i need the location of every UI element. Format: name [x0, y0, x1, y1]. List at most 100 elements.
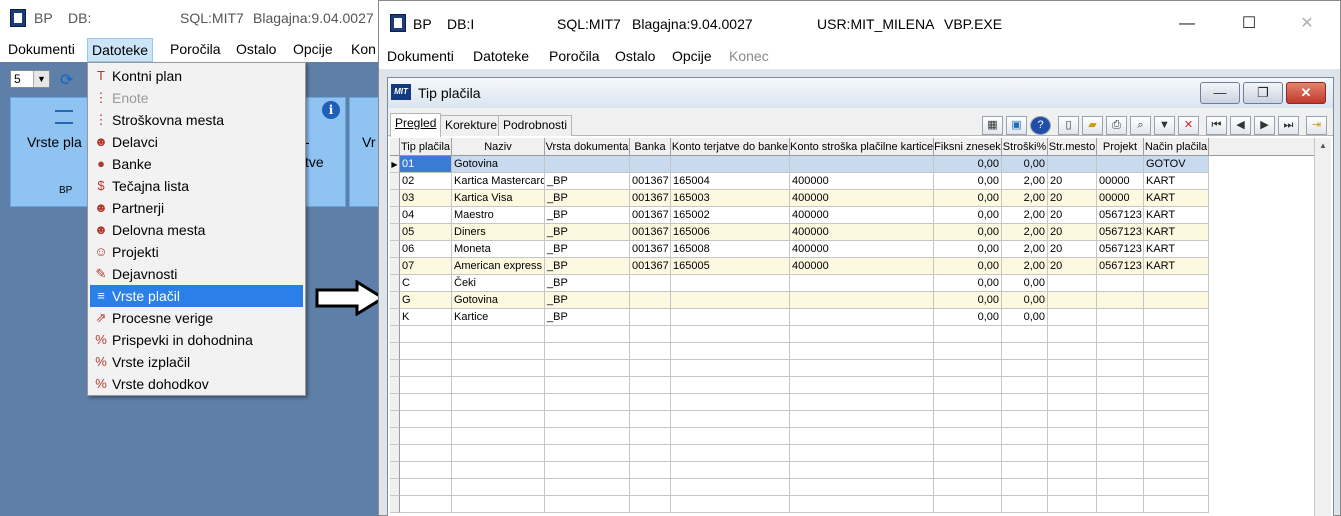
column-header[interactable]: Projekt — [1097, 138, 1144, 156]
column-header[interactable]: Način plačila — [1144, 138, 1209, 156]
table-cell[interactable]: 05 — [400, 224, 452, 241]
empty-table-row[interactable] — [390, 445, 1331, 462]
table-cell[interactable] — [671, 309, 790, 326]
table-cell[interactable]: 02 — [400, 173, 452, 190]
menu-item-tečajna-lista[interactable]: $ Tečajna lista — [90, 175, 303, 197]
exit-door-icon[interactable]: ⇥ — [1306, 116, 1327, 135]
row-indicator[interactable] — [390, 258, 400, 275]
table-cell[interactable] — [934, 377, 1002, 394]
table-cell[interactable]: 001367 — [630, 173, 671, 190]
table-cell[interactable] — [1002, 377, 1048, 394]
row-indicator[interactable] — [390, 241, 400, 258]
table-cell[interactable] — [671, 394, 790, 411]
scroll-up-icon[interactable]: ▲ — [1317, 140, 1329, 152]
first-record-icon[interactable]: ⏮ — [1206, 116, 1227, 135]
table-cell[interactable] — [452, 377, 545, 394]
row-indicator[interactable] — [390, 173, 400, 190]
table-cell[interactable] — [545, 394, 630, 411]
table-cell[interactable]: 165004 — [671, 173, 790, 190]
search-icon[interactable]: ⌕ — [1130, 116, 1151, 135]
table-cell[interactable] — [1002, 411, 1048, 428]
table-cell[interactable] — [400, 428, 452, 445]
table-cell[interactable]: KART — [1144, 224, 1209, 241]
table-cell[interactable]: 20 — [1048, 173, 1097, 190]
table-cell[interactable]: 0567123 — [1097, 207, 1144, 224]
current-row-indicator-icon[interactable]: ▶ — [390, 156, 400, 173]
table-cell[interactable] — [630, 428, 671, 445]
table-cell[interactable] — [545, 479, 630, 496]
menu-item-dejavnosti[interactable]: ✎ Dejavnosti — [90, 263, 303, 285]
table-cell[interactable]: 0,00 — [934, 173, 1002, 190]
table-cell[interactable]: 400000 — [790, 258, 934, 275]
next-record-icon[interactable]: ▶ — [1254, 116, 1275, 135]
table-cell[interactable] — [1097, 343, 1144, 360]
table-cell[interactable] — [630, 309, 671, 326]
table-cell[interactable]: 20 — [1048, 258, 1097, 275]
table-cell[interactable] — [1097, 360, 1144, 377]
table-cell[interactable]: Gotovina — [452, 156, 545, 173]
table-cell[interactable] — [400, 445, 452, 462]
table-cell[interactable] — [452, 496, 545, 513]
table-cell[interactable]: _BP — [545, 241, 630, 258]
row-indicator[interactable] — [390, 292, 400, 309]
row-indicator[interactable] — [390, 462, 400, 479]
fg-menu-ostalo[interactable]: Ostalo — [613, 48, 657, 64]
table-cell[interactable]: 400000 — [790, 241, 934, 258]
table-cell[interactable] — [671, 377, 790, 394]
table-row[interactable]: G Gotovina _BP 0,00 0,00 — [390, 292, 1331, 309]
table-cell[interactable] — [1097, 394, 1144, 411]
menu-item-enote[interactable]: ⋮ Enote — [90, 87, 303, 109]
table-cell[interactable]: 00000 — [1097, 190, 1144, 207]
table-cell[interactable]: _BP — [545, 309, 630, 326]
table-cell[interactable] — [630, 445, 671, 462]
table-cell[interactable] — [790, 411, 934, 428]
fg-menu-dokumenti[interactable]: Dokumenti — [385, 48, 456, 64]
fg-menu-datoteke[interactable]: Datoteke — [471, 48, 531, 64]
table-cell[interactable] — [1097, 292, 1144, 309]
table-cell[interactable] — [934, 445, 1002, 462]
table-cell[interactable]: K — [400, 309, 452, 326]
table-cell[interactable] — [1097, 326, 1144, 343]
table-cell[interactable] — [671, 428, 790, 445]
menu-item-vrste-plačil[interactable]: ≡ Vrste plačil — [90, 285, 303, 307]
table-cell[interactable]: 20 — [1048, 241, 1097, 258]
info-icon[interactable]: i — [322, 101, 340, 119]
table-cell[interactable] — [671, 343, 790, 360]
table-cell[interactable] — [545, 428, 630, 445]
table-cell[interactable] — [1048, 411, 1097, 428]
table-cell[interactable] — [545, 156, 630, 173]
table-cell[interactable] — [1002, 462, 1048, 479]
table-cell[interactable] — [400, 462, 452, 479]
chevron-down-icon[interactable]: ▼ — [33, 71, 49, 87]
table-cell[interactable]: 0,00 — [1002, 309, 1048, 326]
table-cell[interactable] — [1048, 462, 1097, 479]
table-cell[interactable] — [1048, 377, 1097, 394]
table-cell[interactable]: 2,00 — [1002, 173, 1048, 190]
table-cell[interactable]: KART — [1144, 241, 1209, 258]
column-header[interactable]: Naziv — [452, 138, 545, 156]
column-header[interactable]: Vrsta dokumenta — [545, 138, 630, 156]
table-cell[interactable] — [671, 360, 790, 377]
table-cell[interactable] — [545, 326, 630, 343]
tab-podrobnosti[interactable]: Podrobnosti — [498, 115, 573, 136]
table-cell[interactable]: 0,00 — [934, 190, 1002, 207]
table-cell[interactable] — [1048, 445, 1097, 462]
previous-record-icon[interactable]: ◀ — [1230, 116, 1251, 135]
table-cell[interactable] — [1144, 326, 1209, 343]
table-cell[interactable] — [1048, 343, 1097, 360]
menu-item-procesne-verige[interactable]: ⇗ Procesne verige — [90, 307, 303, 329]
table-cell[interactable] — [1144, 309, 1209, 326]
table-cell[interactable]: Gotovina — [452, 292, 545, 309]
table-cell[interactable] — [452, 462, 545, 479]
table-cell[interactable]: 2,00 — [1002, 224, 1048, 241]
row-indicator[interactable] — [390, 445, 400, 462]
menu-item-prispevki-in-dohodnina[interactable]: % Prispevki in dohodnina — [90, 329, 303, 351]
empty-table-row[interactable] — [390, 377, 1331, 394]
menu-item-stroškovna-mesta[interactable]: ⋮ Stroškovna mesta — [90, 109, 303, 131]
table-cell[interactable]: G — [400, 292, 452, 309]
table-cell[interactable] — [452, 445, 545, 462]
table-cell[interactable] — [1144, 377, 1209, 394]
table-row[interactable]: ▶ 01 Gotovina 0,00 0,00 GOTOV — [390, 156, 1331, 173]
table-cell[interactable] — [1097, 377, 1144, 394]
table-cell[interactable]: 0,00 — [1002, 292, 1048, 309]
